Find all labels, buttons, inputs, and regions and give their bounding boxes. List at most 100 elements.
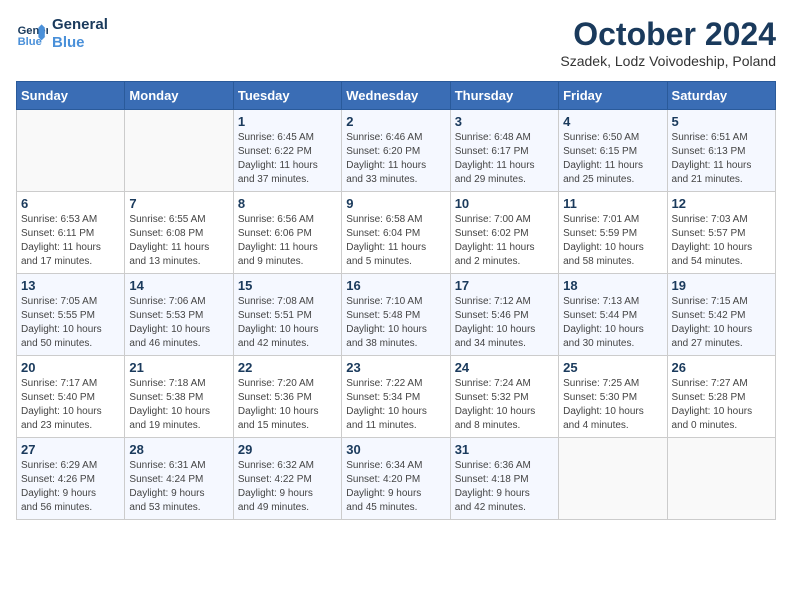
calendar-cell: 19Sunrise: 7:15 AM Sunset: 5:42 PM Dayli… bbox=[667, 274, 775, 356]
calendar-cell: 31 Sunrise: 6:36 AM Sunset: 4:18 PM Dayli… bbox=[450, 438, 558, 520]
calendar-cell: 26 Sunrise: 7:27 AM Sunset: 5:28 PM Dayli… bbox=[667, 356, 775, 438]
calendar-cell: 13 Sunrise: 7:05 AM Sunset: 5:55 PM Dayli… bbox=[17, 274, 125, 356]
day-detail: Sunrise: 6:50 AM Sunset: 6:15 PM Dayligh… bbox=[563, 131, 662, 187]
calendar-table: SundayMondayTuesdayWednesdayThursdayFrid… bbox=[16, 81, 776, 520]
calendar-cell: 15 Sunrise: 7:08 AM Sunset: 5:51 PM Dayli… bbox=[233, 274, 341, 356]
day-detail: Sunrise: 7:13 AM Sunset: 5:44 PM Dayligh… bbox=[563, 295, 662, 351]
title-block: October 2024 Szadek, Lodz Voivodeship, P… bbox=[560, 16, 776, 69]
day-number: 13 bbox=[21, 278, 120, 293]
day-number: 26 bbox=[672, 360, 771, 375]
day-number: 14 bbox=[129, 278, 228, 293]
calendar-cell: 30Sunrise: 6:34 AM Sunset: 4:20 PM Dayli… bbox=[342, 438, 450, 520]
day-detail: Sunrise: 7:24 AM Sunset: 5:32 PM Dayligh… bbox=[455, 377, 554, 433]
day-number: 5 bbox=[672, 114, 771, 129]
day-detail: Sunrise: 6:29 AM Sunset: 4:26 PM Dayligh… bbox=[21, 459, 120, 515]
day-detail: Sunrise: 7:18 AM Sunset: 5:38 PM Dayligh… bbox=[129, 377, 228, 433]
weekday-header-wednesday: Wednesday bbox=[342, 82, 450, 110]
day-detail: Sunrise: 7:06 AM Sunset: 5:53 PM Dayligh… bbox=[129, 295, 228, 351]
day-detail: Sunrise: 7:15 AM Sunset: 5:42 PM Dayligh… bbox=[672, 295, 771, 351]
weekday-header-friday: Friday bbox=[559, 82, 667, 110]
calendar-cell bbox=[17, 110, 125, 192]
calendar-cell: 25 Sunrise: 7:25 AM Sunset: 5:30 PM Dayli… bbox=[559, 356, 667, 438]
calendar-cell: 24 Sunrise: 7:24 AM Sunset: 5:32 PM Dayli… bbox=[450, 356, 558, 438]
page-header: General Blue General Blue October 2024 S… bbox=[16, 16, 776, 69]
day-number: 17 bbox=[455, 278, 554, 293]
day-number: 20 bbox=[21, 360, 120, 375]
day-detail: Sunrise: 6:32 AM Sunset: 4:22 PM Dayligh… bbox=[238, 459, 337, 515]
day-detail: Sunrise: 7:10 AM Sunset: 5:48 PM Dayligh… bbox=[346, 295, 445, 351]
month-title: October 2024 bbox=[560, 16, 776, 53]
calendar-cell bbox=[125, 110, 233, 192]
calendar-cell: 1 Sunrise: 6:45 AM Sunset: 6:22 PM Daylig… bbox=[233, 110, 341, 192]
day-detail: Sunrise: 7:05 AM Sunset: 5:55 PM Dayligh… bbox=[21, 295, 120, 351]
location-subtitle: Szadek, Lodz Voivodeship, Poland bbox=[560, 53, 776, 69]
day-number: 7 bbox=[129, 196, 228, 211]
day-number: 22 bbox=[238, 360, 337, 375]
calendar-cell bbox=[559, 438, 667, 520]
day-number: 1 bbox=[238, 114, 337, 129]
calendar-cell: 17Sunrise: 7:12 AM Sunset: 5:46 PM Dayli… bbox=[450, 274, 558, 356]
day-detail: Sunrise: 7:17 AM Sunset: 5:40 PM Dayligh… bbox=[21, 377, 120, 433]
day-number: 9 bbox=[346, 196, 445, 211]
weekday-header-sunday: Sunday bbox=[17, 82, 125, 110]
calendar-cell: 3 Sunrise: 6:48 AM Sunset: 6:17 PM Daylig… bbox=[450, 110, 558, 192]
calendar-cell: 20 Sunrise: 7:17 AM Sunset: 5:40 PM Dayli… bbox=[17, 356, 125, 438]
day-detail: Sunrise: 6:46 AM Sunset: 6:20 PM Dayligh… bbox=[346, 131, 445, 187]
day-detail: Sunrise: 6:45 AM Sunset: 6:22 PM Dayligh… bbox=[238, 131, 337, 187]
day-detail: Sunrise: 7:01 AM Sunset: 5:59 PM Dayligh… bbox=[563, 213, 662, 269]
day-number: 3 bbox=[455, 114, 554, 129]
calendar-cell: 7 Sunrise: 6:55 AM Sunset: 6:08 PM Daylig… bbox=[125, 192, 233, 274]
calendar-cell: 23Sunrise: 7:22 AM Sunset: 5:34 PM Dayli… bbox=[342, 356, 450, 438]
weekday-header-saturday: Saturday bbox=[667, 82, 775, 110]
calendar-cell: 6 Sunrise: 6:53 AM Sunset: 6:11 PM Daylig… bbox=[17, 192, 125, 274]
week-row-5: 27 Sunrise: 6:29 AM Sunset: 4:26 PM Dayli… bbox=[17, 438, 776, 520]
calendar-cell: 28Sunrise: 6:31 AM Sunset: 4:24 PM Dayli… bbox=[125, 438, 233, 520]
day-detail: Sunrise: 6:55 AM Sunset: 6:08 PM Dayligh… bbox=[129, 213, 228, 269]
week-row-4: 20 Sunrise: 7:17 AM Sunset: 5:40 PM Dayli… bbox=[17, 356, 776, 438]
day-number: 27 bbox=[21, 442, 120, 457]
logo-icon: General Blue bbox=[16, 18, 48, 50]
day-detail: Sunrise: 6:34 AM Sunset: 4:20 PM Dayligh… bbox=[346, 459, 445, 515]
day-detail: Sunrise: 6:51 AM Sunset: 6:13 PM Dayligh… bbox=[672, 131, 771, 187]
day-number: 28 bbox=[129, 442, 228, 457]
calendar-cell: 11 Sunrise: 7:01 AM Sunset: 5:59 PM Dayli… bbox=[559, 192, 667, 274]
day-number: 18 bbox=[563, 278, 662, 293]
calendar-cell: 8Sunrise: 6:56 AM Sunset: 6:06 PM Daylig… bbox=[233, 192, 341, 274]
week-row-1: 1 Sunrise: 6:45 AM Sunset: 6:22 PM Daylig… bbox=[17, 110, 776, 192]
weekday-header-tuesday: Tuesday bbox=[233, 82, 341, 110]
calendar-cell: 5 Sunrise: 6:51 AM Sunset: 6:13 PM Daylig… bbox=[667, 110, 775, 192]
weekday-header-thursday: Thursday bbox=[450, 82, 558, 110]
day-number: 8 bbox=[238, 196, 337, 211]
day-number: 11 bbox=[563, 196, 662, 211]
day-number: 15 bbox=[238, 278, 337, 293]
day-number: 6 bbox=[21, 196, 120, 211]
day-detail: Sunrise: 7:25 AM Sunset: 5:30 PM Dayligh… bbox=[563, 377, 662, 433]
day-detail: Sunrise: 7:20 AM Sunset: 5:36 PM Dayligh… bbox=[238, 377, 337, 433]
day-number: 21 bbox=[129, 360, 228, 375]
day-number: 24 bbox=[455, 360, 554, 375]
day-detail: Sunrise: 7:22 AM Sunset: 5:34 PM Dayligh… bbox=[346, 377, 445, 433]
day-detail: Sunrise: 6:58 AM Sunset: 6:04 PM Dayligh… bbox=[346, 213, 445, 269]
day-detail: Sunrise: 6:36 AM Sunset: 4:18 PM Dayligh… bbox=[455, 459, 554, 515]
calendar-cell: 10Sunrise: 7:00 AM Sunset: 6:02 PM Dayli… bbox=[450, 192, 558, 274]
day-number: 25 bbox=[563, 360, 662, 375]
day-number: 29 bbox=[238, 442, 337, 457]
week-row-3: 13 Sunrise: 7:05 AM Sunset: 5:55 PM Dayli… bbox=[17, 274, 776, 356]
calendar-cell: 27 Sunrise: 6:29 AM Sunset: 4:26 PM Dayli… bbox=[17, 438, 125, 520]
day-detail: Sunrise: 6:48 AM Sunset: 6:17 PM Dayligh… bbox=[455, 131, 554, 187]
day-detail: Sunrise: 7:03 AM Sunset: 5:57 PM Dayligh… bbox=[672, 213, 771, 269]
day-number: 16 bbox=[346, 278, 445, 293]
day-detail: Sunrise: 6:53 AM Sunset: 6:11 PM Dayligh… bbox=[21, 213, 120, 269]
calendar-cell: 21 Sunrise: 7:18 AM Sunset: 5:38 PM Dayli… bbox=[125, 356, 233, 438]
day-detail: Sunrise: 7:08 AM Sunset: 5:51 PM Dayligh… bbox=[238, 295, 337, 351]
day-number: 2 bbox=[346, 114, 445, 129]
logo-line2: Blue bbox=[52, 34, 108, 52]
calendar-cell: 9 Sunrise: 6:58 AM Sunset: 6:04 PM Daylig… bbox=[342, 192, 450, 274]
weekday-header-monday: Monday bbox=[125, 82, 233, 110]
day-number: 31 bbox=[455, 442, 554, 457]
calendar-cell: 29 Sunrise: 6:32 AM Sunset: 4:22 PM Dayli… bbox=[233, 438, 341, 520]
day-number: 4 bbox=[563, 114, 662, 129]
day-detail: Sunrise: 7:27 AM Sunset: 5:28 PM Dayligh… bbox=[672, 377, 771, 433]
calendar-cell bbox=[667, 438, 775, 520]
calendar-cell: 2 Sunrise: 6:46 AM Sunset: 6:20 PM Daylig… bbox=[342, 110, 450, 192]
